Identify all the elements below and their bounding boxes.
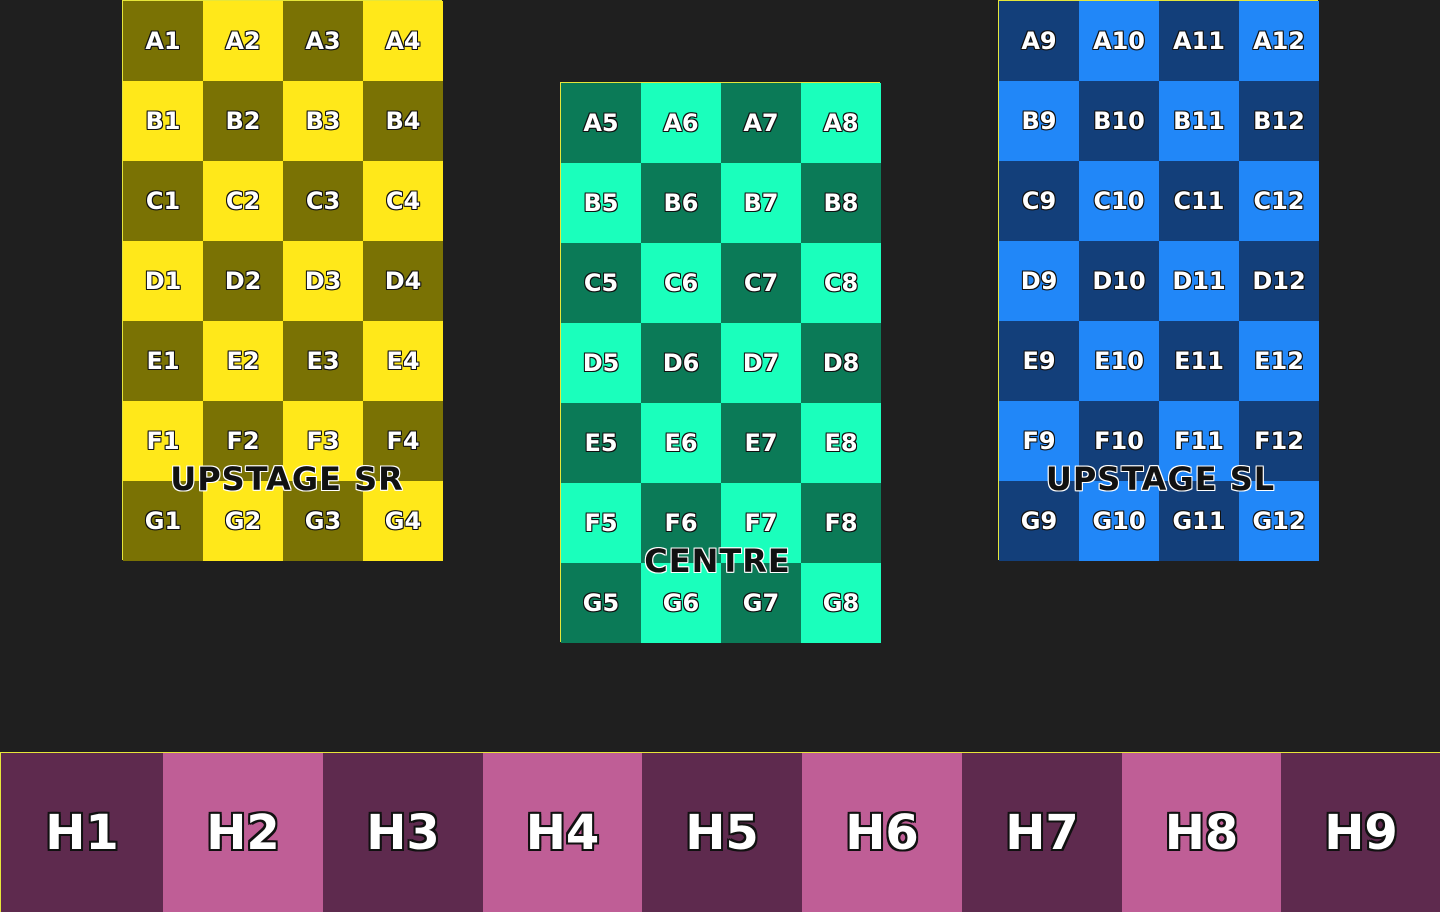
stage-cell-f9[interactable]: F9 xyxy=(999,401,1079,481)
stage-cell-a2[interactable]: A2 xyxy=(203,1,283,81)
downstage-row: H1 H2 H3 H4 H5 H6 H7 H8 H9 xyxy=(0,752,1440,912)
stage-cell-d10[interactable]: D10 xyxy=(1079,241,1159,321)
stage-cell-b4[interactable]: B4 xyxy=(363,81,443,161)
stage-cell-a1[interactable]: A1 xyxy=(123,1,203,81)
stage-cell-g4[interactable]: G4 xyxy=(363,481,443,561)
stage-cell-e5[interactable]: E5 xyxy=(561,403,641,483)
stage-cell-a11[interactable]: A11 xyxy=(1159,1,1239,81)
stage-cell-a8[interactable]: A8 xyxy=(801,83,881,163)
stage-cell-f4[interactable]: F4 xyxy=(363,401,443,481)
stage-cell-d5[interactable]: D5 xyxy=(561,323,641,403)
stage-cell-h6[interactable]: H6 xyxy=(802,753,962,912)
stage-cell-e6[interactable]: E6 xyxy=(641,403,721,483)
stage-cell-g12[interactable]: G12 xyxy=(1239,481,1319,561)
stage-cell-b12[interactable]: B12 xyxy=(1239,81,1319,161)
stage-cell-d4[interactable]: D4 xyxy=(363,241,443,321)
stage-cell-f3[interactable]: F3 xyxy=(283,401,363,481)
stage-cell-g5[interactable]: G5 xyxy=(561,563,641,643)
stage-cell-e10[interactable]: E10 xyxy=(1079,321,1159,401)
stage-cell-g10[interactable]: G10 xyxy=(1079,481,1159,561)
stage-cell-c3[interactable]: C3 xyxy=(283,161,363,241)
stage-cell-a12[interactable]: A12 xyxy=(1239,1,1319,81)
stage-cell-g9[interactable]: G9 xyxy=(999,481,1079,561)
stage-cell-e2[interactable]: E2 xyxy=(203,321,283,401)
stage-cell-g2[interactable]: G2 xyxy=(203,481,283,561)
stage-cell-g11[interactable]: G11 xyxy=(1159,481,1239,561)
stage-cell-d6[interactable]: D6 xyxy=(641,323,721,403)
stage-cell-h2[interactable]: H2 xyxy=(163,753,323,912)
stage-cell-b11[interactable]: B11 xyxy=(1159,81,1239,161)
stage-cell-d1[interactable]: D1 xyxy=(123,241,203,321)
upstage-sr-grid: A1 A2 A3 A4 B1 B2 B3 B4 C1 C2 C3 C4 D1 D2 D3 D4 E1 E2 E3 E4… xyxy=(122,0,443,561)
stage-cell-e9[interactable]: E9 xyxy=(999,321,1079,401)
stage-cell-e8[interactable]: E8 xyxy=(801,403,881,483)
stage-cell-a9[interactable]: A9 xyxy=(999,1,1079,81)
stage-cell-a10[interactable]: A10 xyxy=(1079,1,1159,81)
stage-cell-c4[interactable]: C4 xyxy=(363,161,443,241)
stage-cell-f1[interactable]: F1 xyxy=(123,401,203,481)
stage-cell-c8[interactable]: C8 xyxy=(801,243,881,323)
stage-cell-d7[interactable]: D7 xyxy=(721,323,801,403)
stage-cell-a4[interactable]: A4 xyxy=(363,1,443,81)
stage-cell-c5[interactable]: C5 xyxy=(561,243,641,323)
stage-cell-e7[interactable]: E7 xyxy=(721,403,801,483)
stage-cell-c1[interactable]: C1 xyxy=(123,161,203,241)
stage-cell-h8[interactable]: H8 xyxy=(1122,753,1281,912)
stage-cell-c9[interactable]: C9 xyxy=(999,161,1079,241)
stage-cell-f5[interactable]: F5 xyxy=(561,483,641,563)
stage-cell-b8[interactable]: B8 xyxy=(801,163,881,243)
stage-cell-f12[interactable]: F12 xyxy=(1239,401,1319,481)
stage-cell-a5[interactable]: A5 xyxy=(561,83,641,163)
stage-cell-b6[interactable]: B6 xyxy=(641,163,721,243)
upstage-sl-grid: A9 A10 A11 A12 B9 B10 B11 B12 C9 C10 C11 C12 D9 D10 D1… xyxy=(998,0,1319,561)
stage-cell-g8[interactable]: G8 xyxy=(801,563,881,643)
stage-cell-h7[interactable]: H7 xyxy=(962,753,1122,912)
stage-cell-e1[interactable]: E1 xyxy=(123,321,203,401)
stage-cell-b10[interactable]: B10 xyxy=(1079,81,1159,161)
stage-cell-f7[interactable]: F7 xyxy=(721,483,801,563)
stage-cell-h5[interactable]: H5 xyxy=(642,753,802,912)
stage-cell-g3[interactable]: G3 xyxy=(283,481,363,561)
stage-cell-b9[interactable]: B9 xyxy=(999,81,1079,161)
stage-cell-f11[interactable]: F11 xyxy=(1159,401,1239,481)
stage-cell-b7[interactable]: B7 xyxy=(721,163,801,243)
stage-cell-d11[interactable]: D11 xyxy=(1159,241,1239,321)
stage-cell-h4[interactable]: H4 xyxy=(483,753,642,912)
stage-cell-c6[interactable]: C6 xyxy=(641,243,721,323)
stage-cell-g7[interactable]: G7 xyxy=(721,563,801,643)
stage-cell-c7[interactable]: C7 xyxy=(721,243,801,323)
stage-cell-e4[interactable]: E4 xyxy=(363,321,443,401)
stage-cell-d2[interactable]: D2 xyxy=(203,241,283,321)
stage-cell-d12[interactable]: D12 xyxy=(1239,241,1319,321)
stage-cell-f2[interactable]: F2 xyxy=(203,401,283,481)
stage-cell-b3[interactable]: B3 xyxy=(283,81,363,161)
stage-cell-d3[interactable]: D3 xyxy=(283,241,363,321)
stage-cell-f10[interactable]: F10 xyxy=(1079,401,1159,481)
centre-grid: A5 A6 A7 A8 B5 B6 B7 B8 C5 C6 C7 C8 D5 D6 D7 D8 E5 E6 E7 E8… xyxy=(560,82,881,643)
stage-cell-h3[interactable]: H3 xyxy=(323,753,483,912)
stage-cell-a7[interactable]: A7 xyxy=(721,83,801,163)
stage-cell-b1[interactable]: B1 xyxy=(123,81,203,161)
stage-cell-b2[interactable]: B2 xyxy=(203,81,283,161)
stage-cell-d8[interactable]: D8 xyxy=(801,323,881,403)
stage-cell-f8[interactable]: F8 xyxy=(801,483,881,563)
stage-cell-e11[interactable]: E11 xyxy=(1159,321,1239,401)
stage-cell-b5[interactable]: B5 xyxy=(561,163,641,243)
stage-cell-a3[interactable]: A3 xyxy=(283,1,363,81)
stage-cell-h1[interactable]: H1 xyxy=(1,753,163,912)
stage-cell-f6[interactable]: F6 xyxy=(641,483,721,563)
stage-cell-e3[interactable]: E3 xyxy=(283,321,363,401)
stage-cell-c2[interactable]: C2 xyxy=(203,161,283,241)
stage-cell-c11[interactable]: C11 xyxy=(1159,161,1239,241)
stage-cell-g1[interactable]: G1 xyxy=(123,481,203,561)
stage-cell-g6[interactable]: G6 xyxy=(641,563,721,643)
stage-cell-e12[interactable]: E12 xyxy=(1239,321,1319,401)
stage-cell-d9[interactable]: D9 xyxy=(999,241,1079,321)
stage-cell-a6[interactable]: A6 xyxy=(641,83,721,163)
stage-cell-c10[interactable]: C10 xyxy=(1079,161,1159,241)
stage-cell-h9[interactable]: H9 xyxy=(1281,753,1440,912)
stage-cell-c12[interactable]: C12 xyxy=(1239,161,1319,241)
